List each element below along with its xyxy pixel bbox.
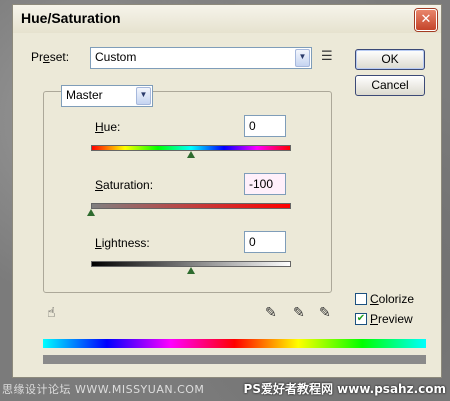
cancel-button[interactable]: Cancel (355, 75, 425, 96)
eyedropper-icon[interactable]: ✎ (265, 305, 277, 321)
close-button[interactable]: ✕ (415, 9, 437, 31)
edit-channel-value: Master (66, 88, 103, 102)
eyedropper-plus-icon[interactable]: ✎ (293, 305, 305, 321)
lightness-label: Lightness: (95, 236, 150, 250)
preview-label: Preview (370, 312, 413, 326)
hue-slider-thumb[interactable] (187, 151, 195, 158)
lightness-field[interactable]: 0 (244, 231, 286, 253)
cancel-label: Cancel (371, 78, 409, 92)
saturation-label: Saturation: (95, 178, 154, 192)
chevron-down-icon[interactable]: ▼ (136, 87, 151, 105)
saturation-slider-track[interactable] (91, 203, 291, 209)
lightness-slider-thumb[interactable] (187, 267, 195, 274)
window-title: Hue/Saturation (21, 10, 121, 26)
ok-label: OK (381, 52, 399, 66)
colorize-checkbox[interactable] (355, 293, 367, 305)
title-bar[interactable]: Hue/Saturation ✕ (13, 5, 441, 33)
input-color-bar (43, 339, 426, 348)
watermark-left: 思缘设计论坛 WWW.MISSYUAN.COM (2, 383, 205, 396)
edit-channel-select[interactable]: Master ▼ (61, 85, 153, 107)
preview-checkbox[interactable]: ✔ (355, 313, 367, 325)
preset-select[interactable]: Custom ▼ (90, 47, 312, 69)
eyedropper-minus-icon[interactable]: ✎ (319, 305, 331, 321)
saturation-field[interactable]: -100 (244, 173, 286, 195)
output-color-bar (43, 355, 426, 364)
preset-label: Preset: (31, 50, 70, 64)
preset-value: Custom (95, 50, 137, 64)
hand-tool-icon[interactable]: ☝ (47, 305, 56, 321)
chevron-down-icon[interactable]: ▼ (295, 49, 310, 67)
hue-saturation-dialog: Hue/Saturation ✕ Preset: Custom ▼ ☰ OK C… (12, 4, 442, 378)
hue-label: Hue: (95, 120, 121, 134)
watermark-right: PS爱好者教程网 www.psahz.com (243, 382, 446, 396)
saturation-slider-thumb[interactable] (87, 209, 95, 216)
hue-field[interactable]: 0 (244, 115, 286, 137)
colorize-label: Colorize (370, 292, 415, 306)
preset-options-icon[interactable]: ☰ (321, 49, 333, 64)
ok-button[interactable]: OK (355, 49, 425, 70)
